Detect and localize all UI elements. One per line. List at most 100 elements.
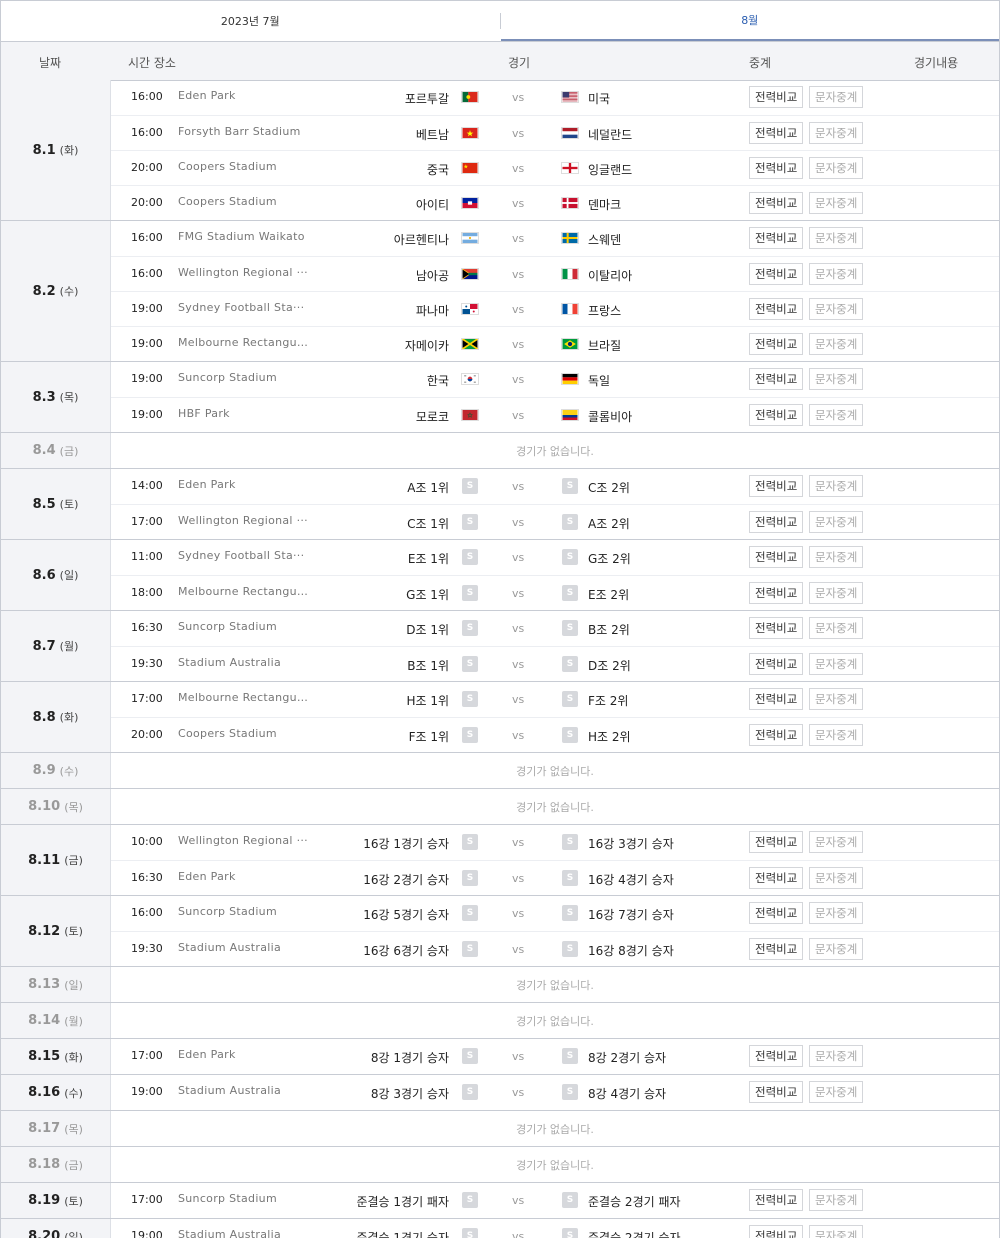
- compare-button[interactable]: 전력비교: [749, 582, 804, 604]
- home-team[interactable]: E조 1위: [408, 550, 449, 567]
- away-team[interactable]: E조 2위: [588, 586, 629, 603]
- away-team[interactable]: D조 2위: [588, 657, 631, 674]
- away-team[interactable]: 잉글랜드: [588, 161, 632, 178]
- home-team[interactable]: C조 1위: [407, 515, 449, 532]
- text-broadcast-button[interactable]: 문자중계: [809, 1225, 864, 1238]
- text-broadcast-button[interactable]: 문자중계: [809, 1045, 864, 1067]
- text-broadcast-button[interactable]: 문자중계: [809, 546, 864, 568]
- away-team[interactable]: 스웨덴: [588, 231, 621, 248]
- home-team[interactable]: 자메이카: [405, 337, 449, 354]
- text-broadcast-button[interactable]: 문자중계: [809, 831, 864, 853]
- away-team[interactable]: 16강 7경기 승자: [588, 906, 674, 923]
- home-team[interactable]: 한국: [427, 372, 449, 389]
- away-team[interactable]: A조 2위: [588, 515, 630, 532]
- away-team[interactable]: F조 2위: [588, 692, 628, 709]
- compare-button[interactable]: 전력비교: [749, 688, 804, 710]
- compare-button[interactable]: 전력비교: [749, 1081, 804, 1103]
- compare-button[interactable]: 전력비교: [749, 938, 804, 960]
- home-team[interactable]: 16강 6경기 승자: [363, 942, 449, 959]
- away-team[interactable]: 네덜란드: [588, 126, 632, 143]
- compare-button[interactable]: 전력비교: [749, 511, 804, 533]
- away-team[interactable]: 준결승 2경기 패자: [588, 1193, 681, 1210]
- compare-button[interactable]: 전력비교: [749, 653, 804, 675]
- compare-button[interactable]: 전력비교: [749, 617, 804, 639]
- home-team[interactable]: 16강 2경기 승자: [363, 871, 449, 888]
- text-broadcast-button[interactable]: 문자중계: [809, 688, 864, 710]
- text-broadcast-button[interactable]: 문자중계: [809, 475, 864, 497]
- text-broadcast-button[interactable]: 문자중계: [809, 122, 864, 144]
- text-broadcast-button[interactable]: 문자중계: [809, 86, 864, 108]
- text-broadcast-button[interactable]: 문자중계: [809, 404, 864, 426]
- home-team[interactable]: 모로코: [416, 408, 449, 425]
- away-team[interactable]: H조 2위: [588, 728, 631, 745]
- away-team[interactable]: 덴마크: [588, 196, 621, 213]
- text-broadcast-button[interactable]: 문자중계: [809, 157, 864, 179]
- away-team[interactable]: B조 2위: [588, 621, 630, 638]
- away-team[interactable]: 8강 4경기 승자: [588, 1085, 666, 1102]
- text-broadcast-button[interactable]: 문자중계: [809, 368, 864, 390]
- text-broadcast-button[interactable]: 문자중계: [809, 1189, 864, 1211]
- away-team[interactable]: 독일: [588, 372, 610, 389]
- compare-button[interactable]: 전력비교: [749, 724, 804, 746]
- home-team[interactable]: 중국: [427, 161, 449, 178]
- text-broadcast-button[interactable]: 문자중계: [809, 298, 864, 320]
- compare-button[interactable]: 전력비교: [749, 192, 804, 214]
- text-broadcast-button[interactable]: 문자중계: [809, 227, 864, 249]
- away-team[interactable]: 이탈리아: [588, 267, 632, 284]
- compare-button[interactable]: 전력비교: [749, 227, 804, 249]
- compare-button[interactable]: 전력비교: [749, 831, 804, 853]
- home-team[interactable]: F조 1위: [409, 728, 449, 745]
- away-team[interactable]: 준결승 2경기 승자: [588, 1229, 681, 1238]
- home-team[interactable]: 8강 1경기 승자: [371, 1049, 449, 1066]
- home-team[interactable]: 아이티: [416, 196, 449, 213]
- away-team[interactable]: G조 2위: [588, 550, 631, 567]
- compare-button[interactable]: 전력비교: [749, 1189, 804, 1211]
- home-team[interactable]: 남아공: [416, 267, 449, 284]
- compare-button[interactable]: 전력비교: [749, 475, 804, 497]
- home-team[interactable]: 준결승 1경기 패자: [356, 1193, 449, 1210]
- text-broadcast-button[interactable]: 문자중계: [809, 724, 864, 746]
- text-broadcast-button[interactable]: 문자중계: [809, 653, 864, 675]
- home-team[interactable]: 8강 3경기 승자: [371, 1085, 449, 1102]
- text-broadcast-button[interactable]: 문자중계: [809, 333, 864, 355]
- home-team[interactable]: 파나마: [416, 302, 449, 319]
- compare-button[interactable]: 전력비교: [749, 1225, 804, 1238]
- home-team[interactable]: 포르투갈: [405, 90, 449, 107]
- compare-button[interactable]: 전력비교: [749, 867, 804, 889]
- compare-button[interactable]: 전력비교: [749, 902, 804, 924]
- compare-button[interactable]: 전력비교: [749, 157, 804, 179]
- compare-button[interactable]: 전력비교: [749, 546, 804, 568]
- home-team[interactable]: D조 1위: [406, 621, 449, 638]
- text-broadcast-button[interactable]: 문자중계: [809, 617, 864, 639]
- home-team[interactable]: A조 1위: [407, 479, 449, 496]
- home-team[interactable]: H조 1위: [406, 692, 449, 709]
- compare-button[interactable]: 전력비교: [749, 404, 804, 426]
- away-team[interactable]: 8강 2경기 승자: [588, 1049, 666, 1066]
- home-team[interactable]: 아르헨티나: [394, 231, 449, 248]
- home-team[interactable]: G조 1위: [406, 586, 449, 603]
- text-broadcast-button[interactable]: 문자중계: [809, 938, 864, 960]
- text-broadcast-button[interactable]: 문자중계: [809, 511, 864, 533]
- compare-button[interactable]: 전력비교: [749, 333, 804, 355]
- away-team[interactable]: 콜롬비아: [588, 408, 632, 425]
- compare-button[interactable]: 전력비교: [749, 368, 804, 390]
- compare-button[interactable]: 전력비교: [749, 1045, 804, 1067]
- compare-button[interactable]: 전력비교: [749, 122, 804, 144]
- compare-button[interactable]: 전력비교: [749, 86, 804, 108]
- text-broadcast-button[interactable]: 문자중계: [809, 902, 864, 924]
- home-team[interactable]: B조 1위: [407, 657, 449, 674]
- text-broadcast-button[interactable]: 문자중계: [809, 867, 864, 889]
- compare-button[interactable]: 전력비교: [749, 298, 804, 320]
- text-broadcast-button[interactable]: 문자중계: [809, 1081, 864, 1103]
- away-team[interactable]: 미국: [588, 90, 610, 107]
- away-team[interactable]: 프랑스: [588, 302, 621, 319]
- away-team[interactable]: 16강 4경기 승자: [588, 871, 674, 888]
- tab-july[interactable]: 2023년 7월: [1, 1, 500, 41]
- compare-button[interactable]: 전력비교: [749, 263, 804, 285]
- tab-august[interactable]: 8월: [500, 1, 999, 41]
- home-team[interactable]: 베트남: [416, 126, 449, 143]
- home-team[interactable]: 16강 1경기 승자: [363, 835, 449, 852]
- text-broadcast-button[interactable]: 문자중계: [809, 263, 864, 285]
- home-team[interactable]: 준결승 1경기 승자: [356, 1229, 449, 1238]
- away-team[interactable]: C조 2위: [588, 479, 630, 496]
